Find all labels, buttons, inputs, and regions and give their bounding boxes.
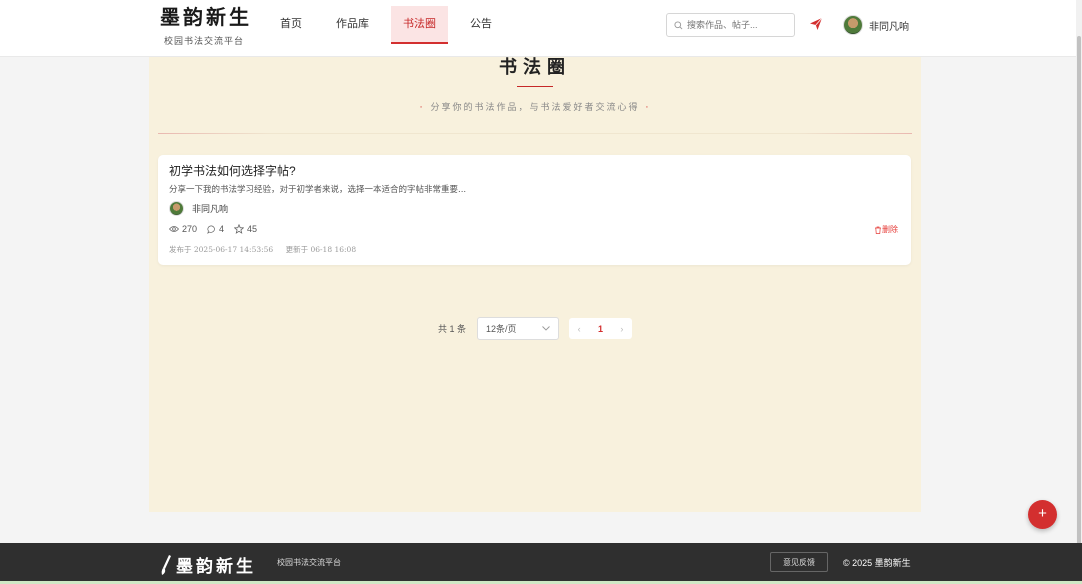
favorites-stat[interactable]: 45	[234, 224, 257, 234]
avatar	[843, 15, 863, 35]
post-meta: 发布于 2025-06-17 14:53:56 更新于 06-18 16:08	[169, 244, 366, 255]
updated-time: 更新于 06-18 16:08	[285, 245, 357, 254]
logo-subtitle: 校园书法交流平台	[164, 37, 245, 47]
page-subtitle: · 分享你的书法作品，与书法爱好者交流心得 ·	[149, 100, 921, 113]
nav-item-home[interactable]: 首页	[268, 6, 314, 44]
post-excerpt: 分享一下我的书法学习经验，对于初学者来说，选择一本适合的字帖非常重要...	[169, 185, 467, 195]
search-box[interactable]	[666, 13, 795, 37]
comment-icon	[207, 225, 215, 234]
nav-item-announcements[interactable]: 公告	[458, 6, 504, 44]
comments-count: 4	[219, 224, 225, 234]
decor-dot-right: ·	[645, 103, 651, 113]
scrollbar-thumb[interactable]	[1077, 36, 1081, 546]
nav-item-calligraphy-circle[interactable]: 书法圈	[391, 6, 448, 44]
footer-subtitle: 校园书法交流平台	[277, 558, 341, 567]
title-underline	[517, 86, 553, 87]
post-author[interactable]: 非同凡响	[169, 201, 228, 216]
views-stat: 270	[169, 224, 197, 234]
chevron-down-icon	[542, 326, 550, 331]
published-time: 发布于 2025-06-17 14:53:56	[169, 245, 274, 254]
author-name: 非同凡响	[192, 204, 229, 214]
decor-dot-left: ·	[419, 103, 425, 113]
page-title: 书法圈	[499, 57, 571, 78]
brush-icon	[161, 554, 171, 575]
eye-icon	[169, 226, 179, 232]
user-name: 非同凡响	[869, 21, 909, 33]
search-input[interactable]	[687, 20, 787, 30]
post-card[interactable]: 初学书法如何选择字帖? 分享一下我的书法学习经验，对于初学者来说，选择一本适合的…	[158, 155, 911, 265]
pagination: 共 1 条 12条/页 ‹ 1 ›	[438, 317, 633, 340]
logo-title: 墨韵新生	[160, 5, 252, 29]
top-header: 墨韵新生 校园书法交流平台 首页 作品库 书法圈 公告 非同凡响	[0, 0, 1076, 57]
copyright: © 2025 墨韵新生	[843, 558, 911, 568]
next-page-button[interactable]: ›	[620, 324, 623, 334]
page-number-current[interactable]: 1	[598, 324, 603, 334]
footer-logo: 墨韵新生	[160, 552, 256, 577]
page-size-value: 12条/页	[486, 324, 517, 334]
content-panel	[149, 57, 921, 512]
section-divider	[158, 133, 912, 134]
favorites-count: 45	[247, 224, 258, 234]
page-scrollbar[interactable]	[1076, 0, 1082, 584]
total-count: 共 1 条	[438, 324, 467, 334]
trash-icon	[875, 226, 881, 234]
feedback-button[interactable]: 意见反馈	[770, 552, 828, 572]
user-menu[interactable]: 非同凡响	[843, 15, 909, 35]
post-stats: 270 4 45	[169, 224, 267, 234]
main-nav: 首页 作品库 书法圈 公告	[268, 6, 514, 44]
page-size-select[interactable]: 12条/页	[477, 317, 560, 340]
nav-item-works[interactable]: 作品库	[324, 6, 381, 44]
post-title[interactable]: 初学书法如何选择字帖?	[169, 162, 296, 179]
star-icon	[234, 224, 245, 234]
site-logo[interactable]: 墨韵新生 校园书法交流平台	[160, 5, 252, 47]
prev-page-button[interactable]: ‹	[578, 324, 581, 334]
pager: ‹ 1 ›	[569, 318, 633, 339]
create-post-button[interactable]: +	[1028, 500, 1057, 529]
footer: 墨韵新生 校园书法交流平台 意见反馈 © 2025 墨韵新生	[0, 543, 1082, 584]
subtitle-text: 分享你的书法作品，与书法爱好者交流心得	[430, 103, 640, 113]
delete-label: 删除	[882, 225, 898, 234]
comments-stat[interactable]: 4	[207, 224, 224, 234]
footer-title: 墨韵新生	[176, 557, 256, 577]
delete-button[interactable]: 删除	[874, 224, 898, 235]
views-count: 270	[182, 224, 198, 234]
search-icon	[674, 20, 683, 29]
send-icon[interactable]	[809, 17, 823, 31]
avatar	[169, 201, 184, 216]
